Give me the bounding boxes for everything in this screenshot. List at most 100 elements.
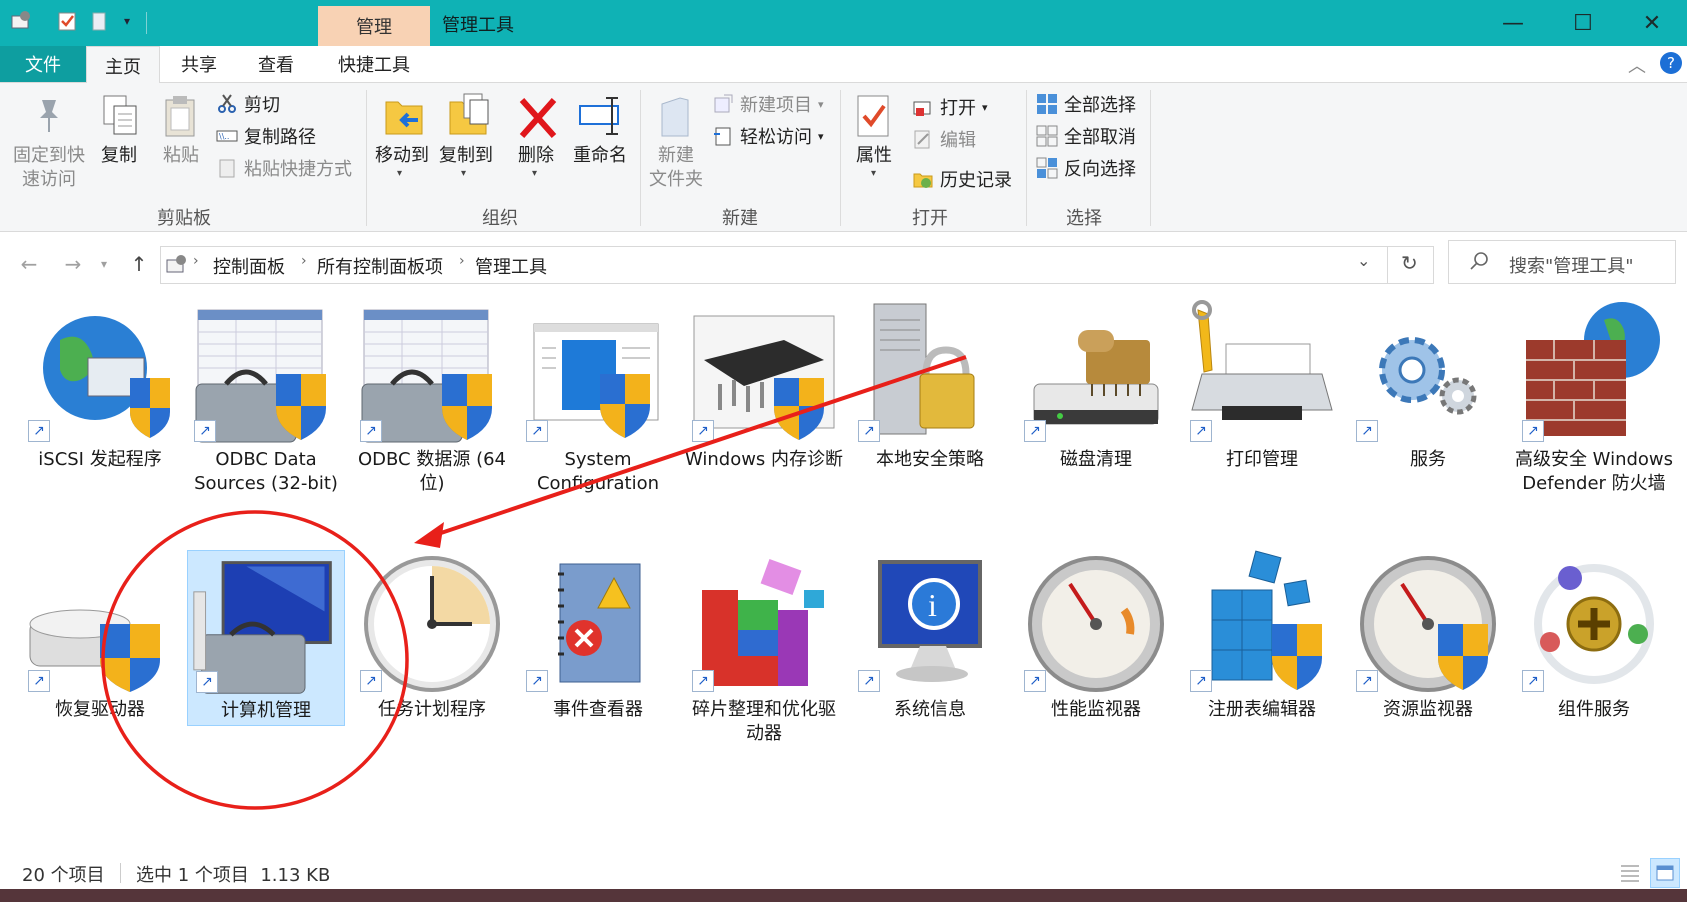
item-defrag[interactable]: ↗ 碎片整理和优化驱动器 [684,550,844,746]
svg-text:i: i [928,587,937,623]
breadcrumb-admin-tools[interactable]: 管理工具 [475,253,547,279]
address-bar[interactable]: › 控制面板 › 所有控制面板项 › 管理工具 ⌄ ↻ [160,246,1434,284]
shortcut-arrow-icon: ↗ [1190,670,1212,692]
select-all-button[interactable]: 全部选择 [1036,90,1136,118]
copy-to-button[interactable]: 复制到 [436,144,496,168]
copy-button[interactable]: 复制 [94,144,144,168]
pin-quick-access-button[interactable]: 固定到快 速访问 [6,144,92,192]
item-recovery-drive[interactable]: ↗ 恢复驱动器 [20,550,180,722]
shortcut-arrow-icon: ↗ [1522,420,1544,442]
invert-selection-button[interactable]: 反向选择 [1036,154,1136,182]
select-all-icon [1037,94,1057,114]
item-label: 组件服务 [1558,699,1630,720]
defrag-icon: ↗ [684,550,844,698]
toolbox-icon: ↗ [186,300,346,448]
item-performance-monitor[interactable]: ↗ 性能监视器 [1016,550,1176,722]
new-folder-button[interactable]: 新建 文件夹 [644,144,708,192]
select-none-label: 全部取消 [1064,127,1136,148]
select-none-button[interactable]: 全部取消 [1036,122,1136,150]
maximize-button[interactable]: ☐ [1548,0,1618,46]
tab-shortcut-tools[interactable]: 快捷工具 [318,46,430,82]
item-disk-cleanup[interactable]: ↗ 磁盘清理 [1016,300,1176,472]
item-event-viewer[interactable]: ↗ 事件查看器 [518,550,678,722]
easy-access-button[interactable]: 轻松访问 ▾ [712,122,824,150]
item-memory-diagnostic[interactable]: ↗ Windows 内存诊断 [684,300,844,472]
item-odbc-32[interactable]: ↗ ODBC Data Sources (32-bit) [186,300,346,496]
search-box[interactable]: 搜索"管理工具" [1448,240,1676,284]
back-button[interactable]: ← [14,246,44,282]
item-label: 高级安全 Windows Defender 防火墙 [1514,449,1674,494]
paste-button[interactable]: 粘贴 [156,144,206,168]
copy-path-button[interactable]: \\.. 复制路径 [216,122,316,150]
history-button[interactable]: 历史记录 [912,165,1012,193]
item-system-information[interactable]: i ↗ 系统信息 [850,550,1010,722]
item-resource-monitor[interactable]: ↗ 资源监视器 [1348,550,1508,722]
tab-home[interactable]: 主页 [86,46,160,84]
shortcut-arrow-icon: ↗ [194,420,216,442]
item-task-scheduler[interactable]: ↗ 任务计划程序 [352,550,512,722]
move-to-dropdown-icon[interactable]: ▾ [397,168,402,179]
item-label: ODBC Data Sources (32-bit) [194,449,338,494]
item-system-configuration[interactable]: ↗ System Configuration [518,300,678,496]
item-count: 20 个项目 [22,865,105,886]
tab-share[interactable]: 共享 [160,46,238,82]
rename-button[interactable]: 重命名 [568,144,632,168]
item-component-services[interactable]: ↗ 组件服务 [1514,550,1674,722]
edit-button[interactable]: 编辑 [912,125,976,153]
tab-file[interactable]: 文件 [0,46,86,82]
shortcut-arrow-icon: ↗ [1024,670,1046,692]
shortcut-arrow-icon: ↗ [1356,420,1378,442]
delete-button[interactable]: 删除 [514,144,558,168]
address-dropdown-icon[interactable]: ⌄ [1357,251,1370,270]
properties-dropdown-icon[interactable]: ▾ [871,168,876,179]
properties-check-icon[interactable] [56,10,78,32]
cut-button[interactable]: 剪切 [216,90,280,118]
search-placeholder: 搜索"管理工具" [1509,256,1634,277]
breadcrumb-separator: › [459,253,465,269]
item-odbc-64[interactable]: ↗ ODBC 数据源 (64 位) [352,300,512,496]
close-button[interactable]: ✕ [1617,0,1687,46]
paste-shortcut-icon [219,159,235,178]
up-button[interactable]: ↑ [124,246,154,282]
recent-locations-icon[interactable]: ▾ [94,246,114,282]
customize-quick-access-icon[interactable]: ▾ [116,10,138,32]
move-to-button[interactable]: 移动到 [372,144,432,168]
item-defender-firewall[interactable]: ↗ 高级安全 Windows Defender 防火墙 [1514,300,1674,496]
item-registry-editor[interactable]: ↗ 注册表编辑器 [1182,550,1342,722]
breadcrumb-control-panel[interactable]: 控制面板 [213,253,285,279]
copy-to-icon [446,92,490,140]
memory-chip-icon: ↗ [684,300,844,448]
new-item-button[interactable]: 新建项目 ▾ [712,90,824,118]
item-iscsi-initiator[interactable]: ↗ iSCSI 发起程序 [20,300,180,472]
forward-button[interactable]: → [58,246,88,282]
copy-to-dropdown-icon[interactable]: ▾ [461,168,466,179]
scissors-icon [218,94,236,113]
folder-properties-icon[interactable] [10,10,32,32]
item-services[interactable]: ↗ 服务 [1348,300,1508,472]
context-tab-group[interactable]: 管理 [318,6,430,46]
item-computer-management[interactable]: ↗ 计算机管理 [187,550,345,726]
item-local-security-policy[interactable]: ↗ 本地安全策略 [850,300,1010,472]
details-view-icon[interactable] [1618,860,1642,889]
large-icons-view-icon[interactable] [1650,858,1680,888]
minimize-button[interactable]: — [1478,0,1548,46]
item-label: 系统信息 [894,699,966,720]
gears-icon: ↗ [1348,300,1508,448]
item-label: 服务 [1410,449,1446,470]
new-folder-icon[interactable] [88,10,110,32]
delete-dropdown-icon[interactable]: ▾ [532,168,537,179]
move-to-icon [382,92,426,140]
tab-view[interactable]: 查看 [240,46,312,82]
breadcrumb-all-items[interactable]: 所有控制面板项 [317,253,443,279]
help-icon[interactable]: ? [1660,52,1682,74]
collapse-ribbon-icon[interactable]: ︿ [1628,52,1646,78]
new-folder-large-icon [658,96,694,140]
properties-button[interactable]: 属性 [850,144,898,168]
item-print-management[interactable]: ↗ 打印管理 [1182,300,1342,472]
paste-shortcut-button[interactable]: 粘贴快捷方式 [216,154,352,182]
new-item-dropdown-icon: ▾ [818,97,824,111]
component-icon: ↗ [1514,550,1674,698]
open-button[interactable]: 打开 ▾ [912,93,988,121]
refresh-icon[interactable]: ↻ [1401,251,1418,275]
paste-icon [162,94,198,138]
